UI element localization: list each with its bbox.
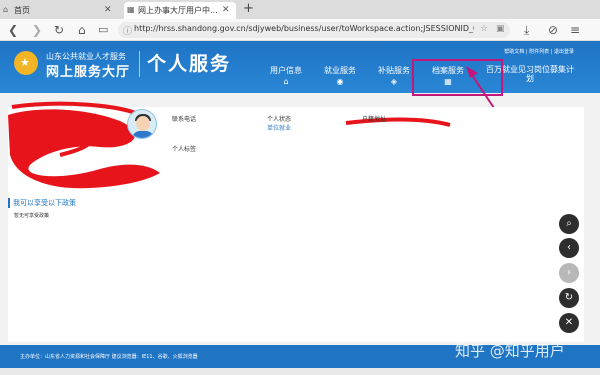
nav-label: 用户信息 — [270, 66, 302, 75]
header-divider — [139, 51, 140, 77]
annotation-box — [412, 59, 503, 96]
site-header: ★ 山东公共就业人才服务 网上服务大厅 个人服务 帮助文档 | 附件列表 | 退… — [0, 41, 600, 93]
bottom-strip — [0, 368, 600, 375]
tab-label: 首页 — [14, 6, 30, 15]
status-label: 个人状态 — [267, 116, 292, 123]
browser-tab-bar: ⌂ 首页 ✕ ▦ 网上办事大厅用户中... ✕ + — [0, 0, 600, 19]
tab-label: 网上办事大厅用户中... — [138, 6, 218, 15]
policy-empty-text: 暂无可享受政策 — [14, 213, 50, 219]
org-name-line2: 网上服务大厅 — [46, 65, 131, 80]
home-icon[interactable]: ⌂ — [78, 22, 86, 38]
site-info-icon[interactable]: ⓘ — [123, 24, 132, 37]
tab-user-center[interactable]: ▦ 网上办事大厅用户中... ✕ — [124, 2, 236, 19]
header-top-links[interactable]: 帮助文档 | 附件列表 | 退出登录 — [504, 48, 574, 55]
address-label: 户籍地址 — [362, 116, 387, 123]
search-icon[interactable]: ⌕ — [559, 214, 579, 234]
nav-user-info[interactable]: 用户信息 ⌂ — [270, 65, 302, 86]
tab-home[interactable]: ⌂ 首页 ✕ — [0, 2, 118, 19]
nav-subsidy[interactable]: 补贴服务 ◈ — [378, 65, 410, 86]
watermark: 知乎 @知乎用户 — [455, 342, 565, 360]
close-icon[interactable]: ✕ — [559, 313, 579, 333]
new-tab-icon[interactable]: + — [243, 1, 254, 16]
tags-label: 个人标签 — [172, 146, 197, 153]
nav-label: 补贴服务 — [378, 66, 410, 75]
menu-icon[interactable]: ≡ — [570, 22, 580, 38]
policy-section — [8, 192, 584, 342]
site-logo: ★ — [14, 51, 38, 75]
refresh-icon[interactable]: ↻ — [559, 288, 579, 308]
avatar-face — [136, 116, 150, 131]
phone-label: 联系电话 — [172, 116, 197, 123]
reader-icon[interactable]: ▣ — [496, 24, 505, 34]
page-icon: ▦ — [127, 5, 135, 14]
tabs-icon[interactable]: ▭ — [98, 22, 108, 38]
status-value: 单位就业 — [267, 125, 292, 132]
arrow-left-icon[interactable]: ‹ — [559, 238, 579, 258]
page-title: 个人服务 — [147, 53, 232, 75]
avatar-body — [132, 131, 154, 138]
reload-icon[interactable]: ↻ — [54, 22, 64, 38]
more-icon[interactable]: ⊘ — [548, 22, 558, 38]
home-icon: ⌂ — [283, 77, 289, 86]
url-text: http://hrss.shandong.gov.cn/sdjyweb/busi… — [134, 24, 474, 33]
logo-icon: ★ — [20, 56, 30, 69]
nav-label: 就业服务 — [324, 66, 356, 75]
profile-card — [8, 107, 584, 192]
address-bar[interactable]: ⓘ http://hrss.shandong.gov.cn/sdjyweb/bu… — [118, 22, 510, 38]
home-icon: ⌂ — [3, 5, 9, 14]
close-tab-icon[interactable]: ✕ — [222, 2, 230, 19]
avatar — [127, 109, 157, 139]
forward-icon[interactable]: ❯ — [32, 22, 42, 38]
browser-nav-bar: ❮ ❯ ↻ ⌂ ▭ ⓘ http://hrss.shandong.gov.cn/… — [0, 19, 600, 41]
subsidy-icon: ◈ — [390, 77, 398, 86]
download-icon[interactable]: ⤓ — [524, 22, 529, 38]
close-tab-icon[interactable]: ✕ — [104, 2, 112, 19]
back-icon[interactable]: ❮ — [8, 22, 18, 38]
arrow-right-icon[interactable]: › — [559, 263, 579, 283]
policy-title: 我可以享受以下政策 — [8, 198, 76, 208]
eye-icon: ◉ — [336, 77, 344, 86]
nav-employment[interactable]: 就业服务 ◉ — [324, 65, 356, 86]
star-icon[interactable]: ☆ — [480, 24, 488, 34]
footer-text: 主办单位：山东省人力资源和社会保障厅 建议浏览器：IE11、谷歌、火狐浏览器 — [20, 354, 198, 360]
